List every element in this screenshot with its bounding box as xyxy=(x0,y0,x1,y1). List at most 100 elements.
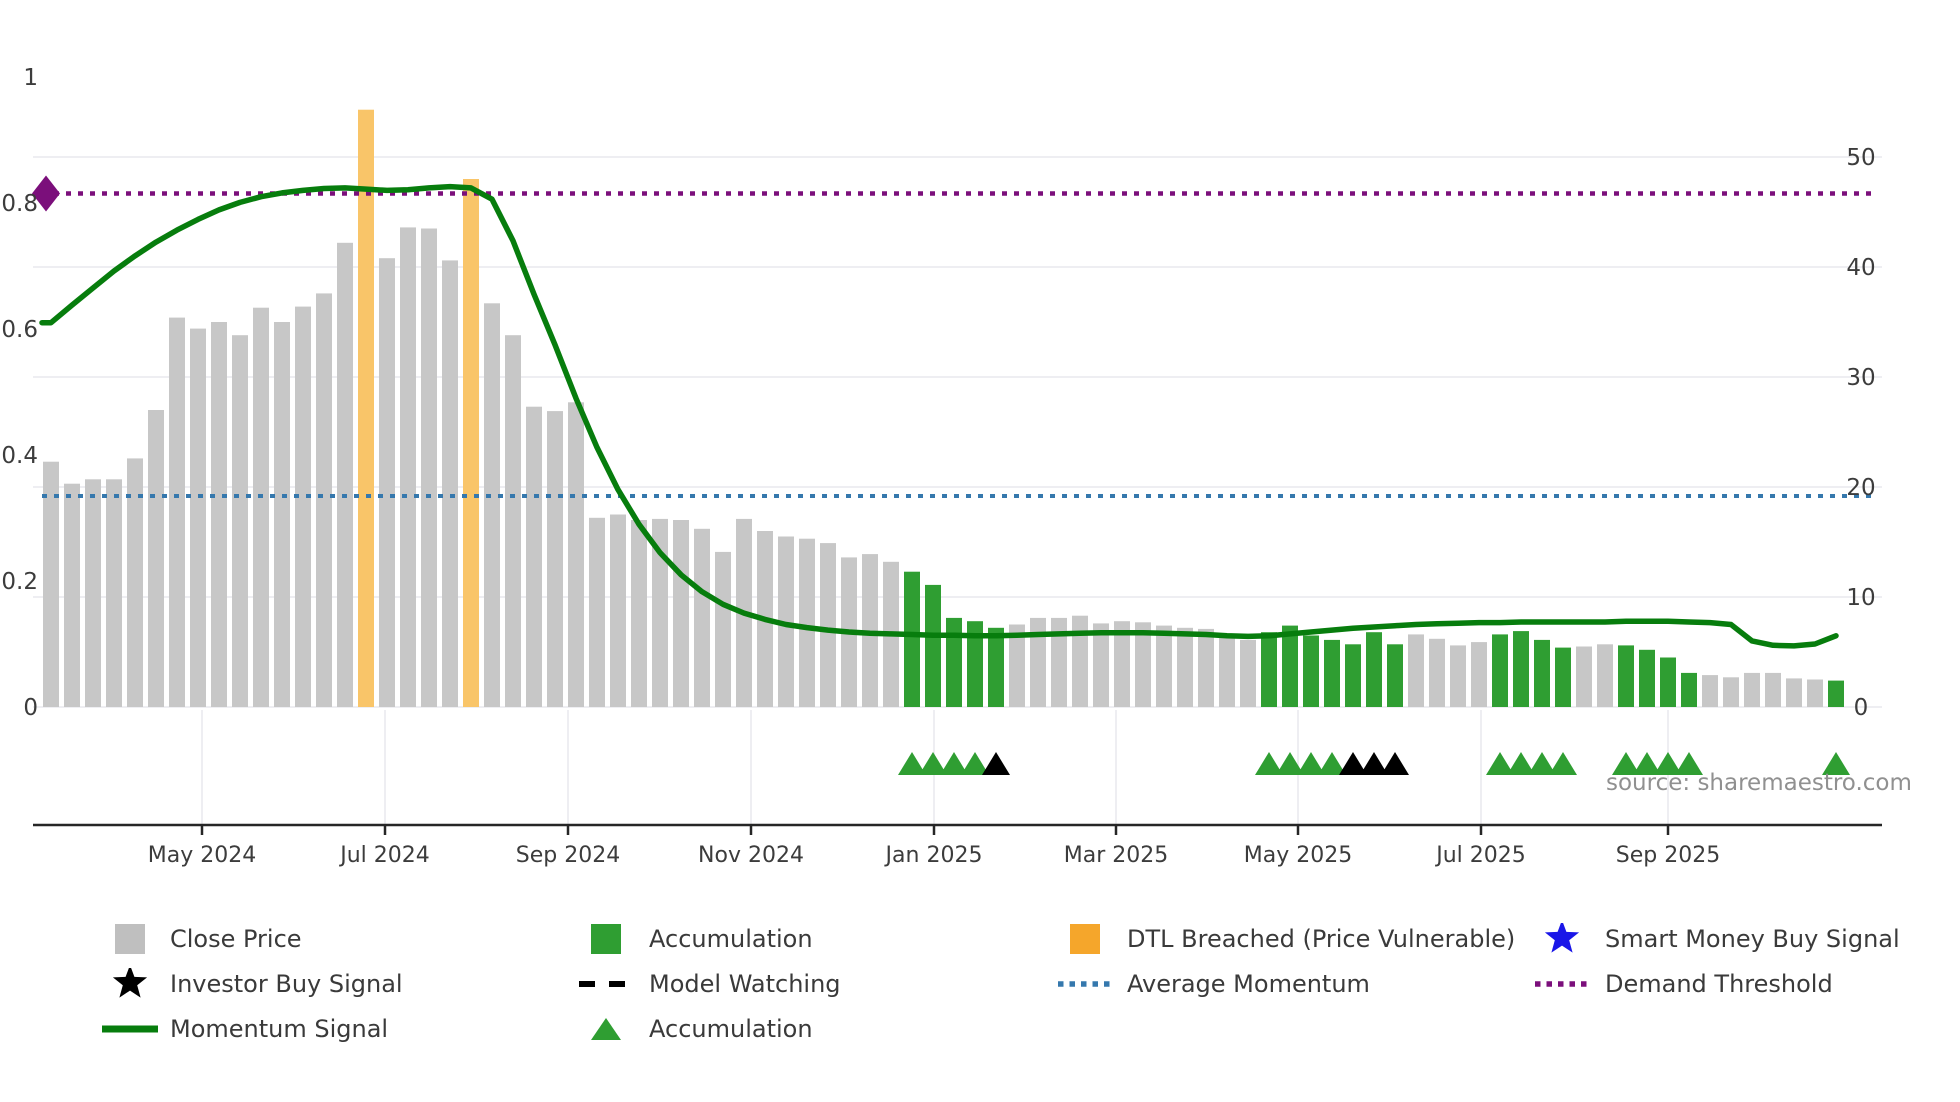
left-axis-tick-label: 0.4 xyxy=(1,443,38,469)
close-price-bar xyxy=(1177,627,1193,707)
close-price-bar xyxy=(1450,645,1466,707)
left-axis-tick-label: 1 xyxy=(23,65,38,91)
right-axis-tick-label: 20 xyxy=(1846,475,1875,501)
close-price-bar xyxy=(1807,679,1823,707)
legend-label: Model Watching xyxy=(649,970,841,998)
accumulation-bar xyxy=(1387,644,1403,707)
close-price-bar xyxy=(253,307,269,707)
left-axis-tick-label: 0 xyxy=(23,695,38,721)
close-price-bar xyxy=(799,538,815,707)
accumulation-bar xyxy=(925,584,941,707)
legend-swatch-star-icon xyxy=(112,968,148,998)
right-axis-tick-label: 40 xyxy=(1846,255,1875,281)
x-tick-label: Jul 2025 xyxy=(1434,843,1526,868)
close-price-bar xyxy=(1765,672,1781,707)
close-price-bar xyxy=(547,411,563,707)
close-price-bar xyxy=(148,410,164,707)
close-price-bar xyxy=(631,520,647,707)
close-price-bar xyxy=(190,328,206,707)
accumulation-bar xyxy=(1681,672,1697,707)
accumulation-bar xyxy=(1513,631,1529,707)
close-price-bar xyxy=(421,228,437,707)
x-tick-label: May 2024 xyxy=(148,843,256,868)
accumulation-bar xyxy=(904,571,920,707)
close-price-bar xyxy=(232,335,248,707)
close-price-bars xyxy=(43,109,1844,708)
legend-label: Close Price xyxy=(170,925,302,953)
legend-swatch-square-icon xyxy=(115,924,145,954)
x-tick-label: Mar 2025 xyxy=(1064,843,1169,868)
close-price-bar xyxy=(337,242,353,708)
close-price-bar xyxy=(43,461,59,707)
x-tick-label: Sep 2025 xyxy=(1616,843,1720,868)
close-price-bar xyxy=(673,520,689,707)
legend-swatch-dots-icon xyxy=(1535,981,1590,987)
dtl-breached-bar xyxy=(358,109,374,707)
close-price-bar xyxy=(169,317,185,707)
close-price-bar xyxy=(106,479,122,707)
legend-swatch-square-icon xyxy=(591,924,621,954)
close-price-bar xyxy=(694,528,710,707)
legend-label: Smart Money Buy Signal xyxy=(1605,925,1900,953)
close-price-bar xyxy=(568,402,584,707)
close-price-bar xyxy=(400,227,416,707)
close-price-bar xyxy=(1030,617,1046,707)
right-axis-tick-label: 30 xyxy=(1846,365,1875,391)
close-price-bar xyxy=(1198,628,1214,707)
accumulation-bar xyxy=(1639,649,1655,707)
x-tick-label: May 2025 xyxy=(1244,843,1352,868)
black-triangle-marker xyxy=(1381,752,1409,775)
close-price-bar xyxy=(64,483,80,707)
close-price-bar xyxy=(1240,639,1256,707)
black-triangle-marker xyxy=(982,752,1010,775)
left-axis-tick-label: 0.8 xyxy=(1,191,38,217)
close-price-bar xyxy=(1219,636,1235,707)
legend-label: Momentum Signal xyxy=(170,1015,389,1043)
accumulation-bar xyxy=(1303,635,1319,707)
left-axis-tick-label: 0.6 xyxy=(1,317,38,343)
legend-swatch-dots-icon xyxy=(1058,981,1113,987)
close-price-bar xyxy=(1471,642,1487,707)
legend-swatch-star-icon xyxy=(1544,923,1580,953)
accumulation-bar xyxy=(946,617,962,707)
close-price-bar xyxy=(442,260,458,707)
close-price-bar xyxy=(1408,634,1424,707)
accumulation-bar xyxy=(1282,625,1298,707)
accumulation-bar xyxy=(1366,632,1382,707)
accumulation-bar xyxy=(1828,680,1844,707)
close-price-bar xyxy=(1723,677,1739,707)
accumulation-bar xyxy=(1324,639,1340,707)
legend-label: Investor Buy Signal xyxy=(170,970,403,998)
dtl-breached-bar xyxy=(463,179,479,707)
close-price-bar xyxy=(1093,623,1109,707)
close-price-bar xyxy=(1429,638,1445,707)
right-axis-tick-label: 0 xyxy=(1854,695,1869,721)
close-price-bar xyxy=(1156,625,1172,707)
close-price-bar xyxy=(1702,675,1718,707)
legend-label: Accumulation xyxy=(649,1015,813,1043)
legend-label: Average Momentum xyxy=(1127,970,1370,998)
left-axis-tick-label: 0.2 xyxy=(1,569,38,595)
accumulation-bar xyxy=(1534,639,1550,707)
accumulation-bar xyxy=(1660,657,1676,707)
close-price-bar xyxy=(1576,646,1592,707)
close-price-bar xyxy=(526,406,542,707)
accumulation-bar xyxy=(988,627,1004,707)
chart-canvas: May 2024 Jul 2024 Sep 2024 Nov 2024 Jan 2025… xyxy=(0,0,1960,1102)
close-price-bar xyxy=(379,258,395,707)
close-price-bar xyxy=(505,335,521,707)
x-tick-label: Jan 2025 xyxy=(884,843,983,868)
close-price-bar xyxy=(589,517,605,707)
close-price-bar xyxy=(610,514,626,707)
momentum-signal-line xyxy=(39,183,1839,649)
x-tick-label: Jul 2024 xyxy=(338,843,430,868)
right-axis-tick-label: 10 xyxy=(1846,585,1875,611)
close-price-bar xyxy=(715,551,731,707)
legend-label: DTL Breached (Price Vulnerable) xyxy=(1127,925,1516,953)
legend-swatch-dashes-icon xyxy=(579,981,633,987)
close-price-bar xyxy=(295,306,311,707)
close-price-bar xyxy=(1786,678,1802,707)
legend-swatch-square-icon xyxy=(1070,924,1100,954)
legend-swatch-line-icon xyxy=(102,1025,158,1033)
close-price-bar xyxy=(85,479,101,707)
